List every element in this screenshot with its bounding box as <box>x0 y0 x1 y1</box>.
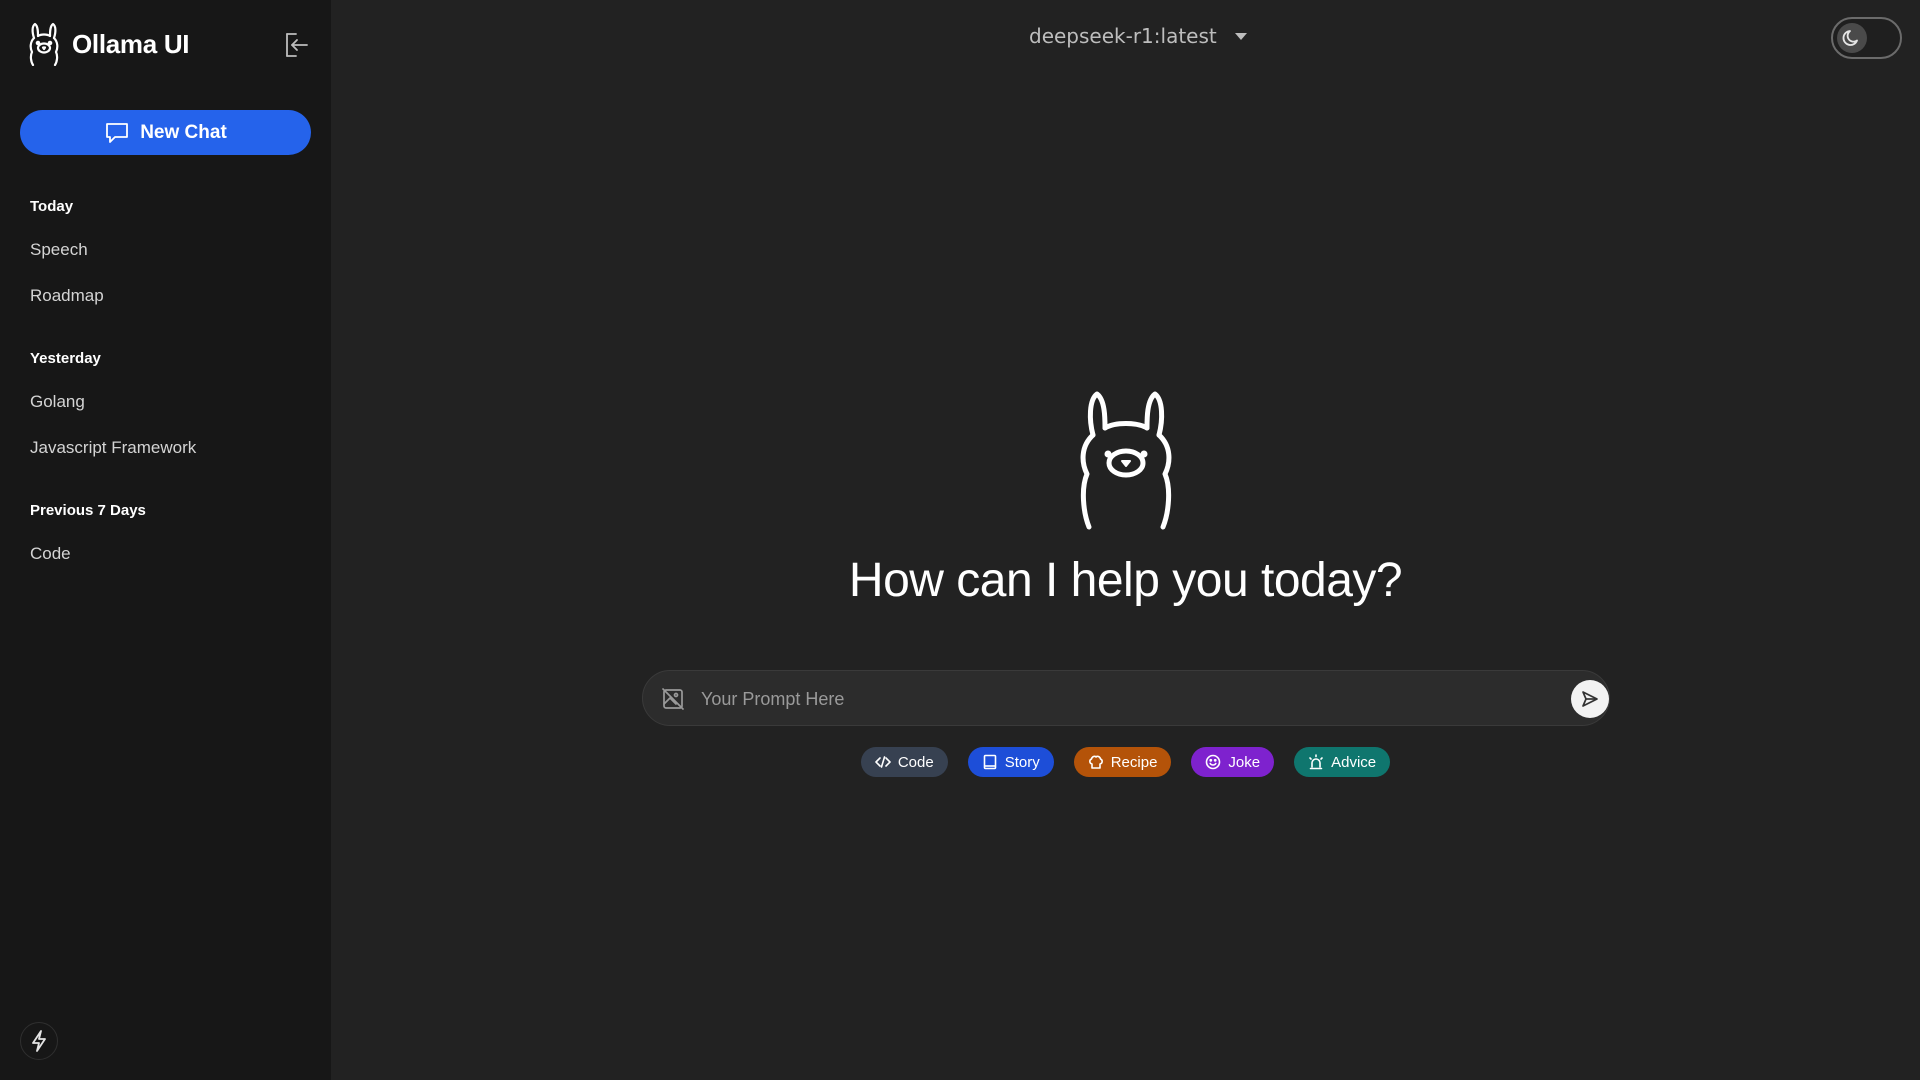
suggestion-label: Code <box>897 753 934 771</box>
llama-logo-icon <box>29 22 59 66</box>
lightning-bolt-icon <box>32 1030 46 1052</box>
theme-toggle[interactable] <box>1831 17 1902 59</box>
chat-bubble-icon <box>106 122 129 143</box>
greeting-heading: How can I help you today? <box>848 554 1403 607</box>
llama-hero-icon <box>1080 391 1172 530</box>
suggestion-chip-story[interactable]: Story <box>967 747 1054 777</box>
bolt-button[interactable] <box>20 1022 58 1060</box>
prompt-input[interactable] <box>701 681 1521 717</box>
new-chat-button[interactable]: New Chat <box>20 110 311 155</box>
image-off-icon[interactable] <box>661 687 685 711</box>
code-icon <box>875 756 891 768</box>
section-heading-previous-7-days: Previous 7 Days <box>30 502 146 519</box>
suggestion-label: Recipe <box>1110 753 1158 771</box>
history-item-code[interactable]: Code <box>30 544 71 564</box>
prompt-bar <box>642 670 1610 726</box>
smile-icon <box>1206 754 1221 770</box>
app-name: Ollama UI <box>72 28 190 59</box>
sidebar: Ollama UI New Chat Today Speech Roadmap … <box>0 0 331 1080</box>
history-item-golang[interactable]: Golang <box>30 392 85 412</box>
history-item-speech[interactable]: Speech <box>30 240 88 260</box>
suggestion-chip-recipe[interactable]: Recipe <box>1073 747 1172 777</box>
chef-hat-icon <box>1088 755 1103 769</box>
suggestion-label: Story <box>1004 753 1040 771</box>
theme-toggle-knob <box>1837 23 1867 53</box>
history-item-javascript-framework[interactable]: Javascript Framework <box>30 438 196 458</box>
section-heading-yesterday: Yesterday <box>30 350 101 367</box>
section-heading-today: Today <box>30 198 74 215</box>
history-item-roadmap[interactable]: Roadmap <box>30 286 104 306</box>
suggestion-chip-code[interactable]: Code <box>860 747 948 777</box>
sidebar-collapse-icon <box>286 33 308 57</box>
new-chat-label: New Chat <box>140 121 227 143</box>
suggestion-chips: Code Story Recipe Joke Advice <box>331 747 1920 777</box>
main-area: deepseek-r1:latest How can I help you to… <box>331 0 1920 1080</box>
brand: Ollama UI <box>26 22 190 66</box>
siren-icon <box>1309 754 1323 770</box>
suggestion-chip-joke[interactable]: Joke <box>1191 747 1275 777</box>
model-name: deepseek-r1:latest <box>1029 24 1217 48</box>
collapse-sidebar-button[interactable] <box>282 30 312 60</box>
caret-down-icon <box>1234 32 1247 40</box>
suggestion-chip-advice[interactable]: Advice <box>1294 747 1391 777</box>
model-selector[interactable]: deepseek-r1:latest <box>1029 24 1247 48</box>
send-button[interactable] <box>1571 680 1609 718</box>
suggestion-label: Joke <box>1228 753 1261 771</box>
suggestion-label: Advice <box>1331 753 1377 771</box>
book-icon <box>983 754 997 770</box>
send-icon <box>1582 691 1598 707</box>
moon-icon <box>1842 30 1858 46</box>
